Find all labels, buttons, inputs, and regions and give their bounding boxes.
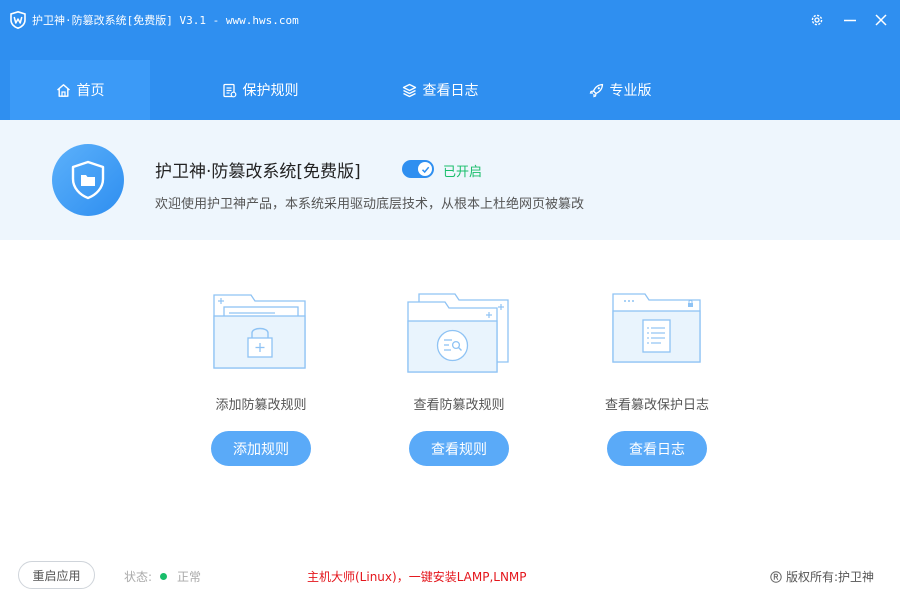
tab-protection-rules[interactable]: 保护规则 xyxy=(190,60,330,120)
protection-status: 已开启 xyxy=(443,165,483,180)
close-button[interactable] xyxy=(871,10,891,30)
view-logs-button[interactable]: 查看日志 xyxy=(607,431,707,466)
window-title: 护卫神·防篡改系统[免费版] V3.1 - www.hws.com xyxy=(32,14,299,27)
folders-search-illustration xyxy=(359,290,559,380)
product-banner xyxy=(0,120,900,240)
view-rules-button[interactable]: 查看规则 xyxy=(409,431,509,466)
folders-search-icon xyxy=(407,293,509,373)
title-bar[interactable]: 护卫神·防篡改系统[免费版] V3.1 - www.hws.com xyxy=(0,0,900,40)
gear-icon xyxy=(811,14,823,26)
product-logo xyxy=(52,144,124,216)
card-add-rule: 添加防篡改规则 添加规则 xyxy=(161,290,361,470)
app-logo-icon xyxy=(10,10,26,30)
home-icon xyxy=(56,83,70,97)
copyright: 版权所有:护卫神 xyxy=(770,568,874,585)
copyright-text: 版权所有:护卫神 xyxy=(785,570,874,584)
tab-view-logs[interactable]: 查看日志 xyxy=(370,60,510,120)
tab-home[interactable]: 首页 xyxy=(10,60,150,120)
protection-toggle[interactable] xyxy=(402,160,434,178)
card-label: 查看防篡改规则 xyxy=(413,398,505,413)
tab-label: 保护规则 xyxy=(242,83,299,99)
card-label: 添加防篡改规则 xyxy=(215,398,307,413)
status-dot-icon xyxy=(160,573,168,580)
status-label: 状态: xyxy=(124,570,153,584)
add-rule-button[interactable]: 添加规则 xyxy=(211,431,311,466)
card-label: 查看篡改保护日志 xyxy=(604,398,709,413)
service-status: 状态: 正常 xyxy=(124,568,201,585)
status-value: 正常 xyxy=(177,570,202,584)
close-icon xyxy=(875,14,887,26)
layers-icon xyxy=(402,83,416,97)
promo-link[interactable]: 主机大师(Linux)，一键安装LAMP,LNMP xyxy=(307,568,527,585)
product-name: 护卫神·防篡改系统[免费版] xyxy=(155,162,361,182)
check-icon xyxy=(421,166,429,173)
folder-lock-illustration xyxy=(161,290,361,380)
product-description: 欢迎使用护卫神产品，本系统采用驱动底层技术，从根本上杜绝网页被篡改 xyxy=(155,197,585,212)
registered-icon xyxy=(770,570,782,583)
header: 护卫神·防篡改系统[免费版] V3.1 - www.hws.com 首页 保护规… xyxy=(0,0,900,120)
main-nav: 首页 保护规则 查看日志 专业版 xyxy=(10,60,690,120)
tab-label: 首页 xyxy=(76,83,105,99)
shield-folder-icon xyxy=(71,160,105,200)
rules-doc-icon xyxy=(222,83,236,97)
restart-app-button[interactable]: 重启应用 xyxy=(18,561,95,589)
minimize-button[interactable] xyxy=(840,10,860,30)
toggle-knob xyxy=(418,162,432,176)
minimize-icon xyxy=(844,19,856,22)
settings-button[interactable] xyxy=(807,10,827,30)
folder-log-icon xyxy=(612,293,701,363)
folder-log-illustration xyxy=(557,290,757,380)
tab-pro-edition[interactable]: 专业版 xyxy=(550,60,690,120)
card-view-logs: 查看篡改保护日志 查看日志 xyxy=(557,290,757,470)
folder-lock-icon xyxy=(213,294,306,369)
tab-label: 专业版 xyxy=(609,83,652,99)
tab-label: 查看日志 xyxy=(422,83,479,99)
card-view-rules: 查看防篡改规则 查看规则 xyxy=(359,290,559,470)
rocket-icon xyxy=(589,83,603,97)
